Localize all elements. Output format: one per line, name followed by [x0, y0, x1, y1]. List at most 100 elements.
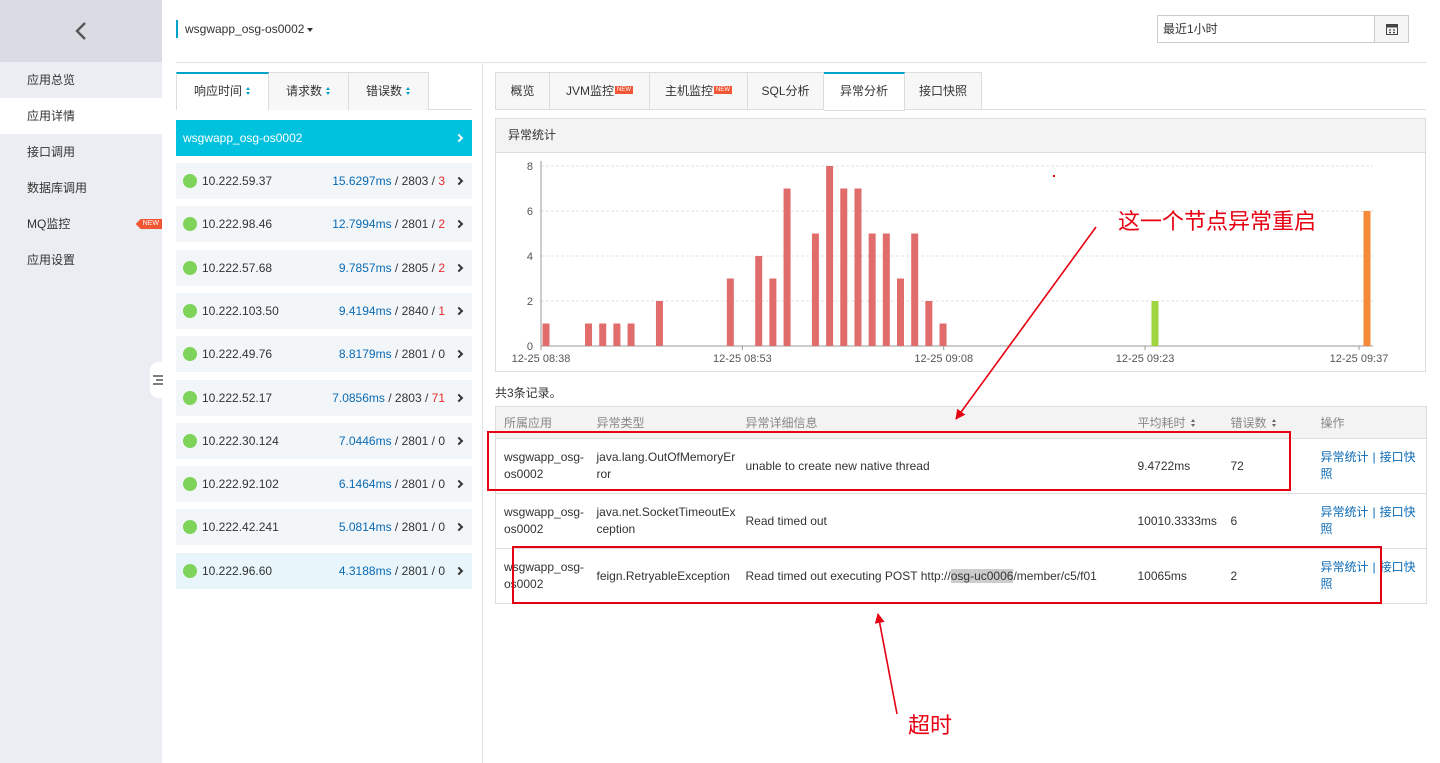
node-request-count: 2801	[401, 347, 429, 362]
tab-exception-analysis[interactable]: 异常分析	[824, 72, 905, 111]
sidebar-item-db-calls[interactable]: 数据库调用	[0, 170, 162, 206]
node-response-time: 12.7994ms	[332, 217, 392, 232]
tab-overview[interactable]: 概览	[495, 72, 550, 110]
node-request-count: 2803	[394, 390, 422, 405]
collapse-sidebar-toggle[interactable]	[150, 362, 166, 398]
node-row[interactable]: 10.222.49.76 8.8179ms / 2801 / 0	[176, 336, 472, 373]
cell-actions: 异常统计 | 接口快照	[1312, 493, 1427, 549]
stat-sep: /	[391, 477, 402, 492]
y-tick-label: 6	[527, 206, 533, 218]
sidebar-item-mq-monitor[interactable]: MQ监控 NEW	[0, 206, 162, 242]
node-error-count: 2	[438, 260, 445, 275]
tab-label: 响应时间	[193, 84, 242, 98]
calendar-icon	[1385, 24, 1398, 35]
y-tick-label: 2	[527, 296, 533, 308]
node-stats: 12.7994ms / 2801 / 2	[332, 217, 445, 231]
node-row[interactable]: 10.222.96.60 4.3188ms / 2801 / 0	[176, 552, 472, 589]
x-tick-label: 12-25 09:23	[1116, 353, 1175, 365]
stat-sep: /	[391, 217, 402, 232]
chart-bar	[726, 278, 734, 346]
node-request-count: 2803	[401, 174, 429, 188]
node-response-time: 4.3188ms	[338, 563, 392, 578]
node-response-time: 9.4194ms	[338, 303, 392, 318]
sort-icon	[326, 87, 331, 96]
node-row[interactable]: 10.222.103.50 9.4194ms / 2840 / 1	[176, 292, 472, 329]
node-stats: 4.3188ms / 2801 / 0	[339, 564, 445, 578]
tab-request-count[interactable]: 请求数	[269, 72, 349, 110]
app-selector[interactable]: wsgwapp_osg-os0002	[176, 20, 314, 38]
tab-sql-analysis[interactable]: SQL分析	[748, 72, 824, 110]
node-request-count: 2801	[401, 477, 429, 492]
tab-label: JVM监控	[565, 84, 614, 98]
stat-sep: /	[391, 433, 402, 448]
node-row[interactable]: 10.222.52.17 7.0856ms / 2803 / 71	[176, 379, 472, 416]
chart-bar	[925, 301, 933, 346]
node-row[interactable]: 10.222.42.241 5.0814ms / 2801 / 0	[176, 509, 472, 546]
node-row[interactable]: 10.222.57.68 9.7857ms / 2805 / 2	[176, 249, 472, 286]
sort-icon	[1271, 419, 1277, 428]
tab-label: 请求数	[285, 84, 322, 98]
node-stats: 6.1464ms / 2801 / 0	[339, 477, 445, 491]
sidebar-item-app-settings[interactable]: 应用设置	[0, 242, 162, 278]
link-exception-stats[interactable]: 异常统计	[1321, 450, 1369, 464]
sidebar-item-label: 应用设置	[27, 253, 76, 267]
tab-host-monitor[interactable]: 主机监控 NEW	[650, 72, 748, 110]
sidebar-item-app-overview[interactable]: 应用总览	[0, 62, 162, 98]
annotation-box-timeout	[512, 546, 1382, 604]
node-sort-tabs: 响应时间 请求数 错误数	[176, 72, 429, 110]
chart-bar	[911, 233, 919, 346]
app-node-row[interactable]: wsgwapp_osg-os0002	[176, 120, 472, 156]
stat-sep: /	[428, 477, 439, 492]
sidebar-item-app-details[interactable]: 应用详情	[0, 98, 162, 134]
node-ip: 10.222.59.37	[202, 174, 273, 188]
link-separator: |	[1372, 505, 1376, 519]
stat-sep: /	[428, 563, 439, 578]
node-stats: 5.0814ms / 2801 / 0	[339, 520, 445, 534]
node-row[interactable]: 10.222.98.46 12.7994ms / 2801 / 2	[176, 206, 472, 243]
tab-label: SQL分析	[761, 84, 810, 98]
stat-sep: /	[384, 390, 395, 405]
node-ip: 10.222.103.50	[202, 303, 279, 318]
chevron-right-icon	[454, 176, 464, 186]
node-request-count: 2801	[401, 563, 429, 578]
link-separator: |	[1372, 450, 1376, 464]
sort-icon	[246, 87, 251, 96]
chevron-right-icon	[454, 349, 464, 359]
chart-bar	[882, 233, 890, 346]
node-response-time: 6.1464ms	[338, 477, 392, 492]
table-row: wsgwapp_osg-os0002 java.net.SocketTimeout…	[495, 493, 1427, 549]
link-exception-stats[interactable]: 异常统计	[1321, 505, 1369, 519]
chevron-right-icon	[454, 306, 464, 316]
tab-api-snapshot[interactable]: 接口快照	[905, 72, 982, 110]
sidebar-item-label: 数据库调用	[27, 181, 88, 195]
chart-bar	[769, 278, 777, 346]
cell-error-count: 6	[1222, 493, 1313, 549]
tab-label: 错误数	[365, 84, 402, 98]
chevron-right-icon	[454, 436, 464, 446]
chart-bar	[1151, 301, 1159, 346]
cell-exception-type: java.net.SocketTimeoutException	[588, 493, 738, 549]
node-row[interactable]: 10.222.59.37 15.6297ms / 2803 / 3	[176, 163, 472, 199]
tab-error-count[interactable]: 错误数	[349, 72, 429, 110]
time-range-picker[interactable]: 最近1小时	[1157, 15, 1409, 43]
stat-sep: /	[391, 563, 402, 578]
status-dot-icon	[183, 174, 197, 188]
analysis-tabs: 概览 JVM监控 NEW 主机监控 NEW SQL分析 异常分析 接口快照	[495, 72, 1426, 111]
node-ip: 10.222.98.46	[202, 217, 273, 232]
y-tick-label: 4	[527, 251, 533, 263]
chart-bar	[811, 233, 819, 346]
x-tick-label: 12-25 08:38	[512, 353, 571, 365]
stat-sep: /	[428, 303, 439, 318]
back-button[interactable]	[0, 0, 162, 62]
tab-jvm-monitor[interactable]: JVM监控 NEW	[550, 72, 650, 110]
tab-response-time[interactable]: 响应时间	[176, 72, 269, 110]
node-row[interactable]: 10.222.30.124 7.0446ms / 2801 / 0	[176, 422, 472, 459]
detail-text: Read timed out	[745, 513, 827, 528]
sidebar-item-api-calls[interactable]: 接口调用	[0, 134, 162, 170]
chart-bar	[585, 323, 593, 346]
time-range-value[interactable]: 最近1小时	[1158, 16, 1374, 42]
chart-bar	[840, 188, 848, 346]
node-row[interactable]: 10.222.92.102 6.1464ms / 2801 / 0	[176, 466, 472, 503]
calendar-button[interactable]	[1374, 16, 1408, 42]
node-response-time: 7.0446ms	[338, 433, 392, 448]
